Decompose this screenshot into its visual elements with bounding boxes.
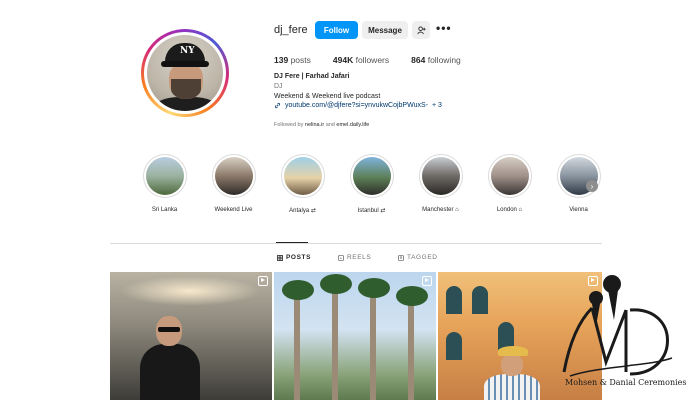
highlight-ring (418, 154, 463, 198)
highlight-cover (490, 157, 529, 195)
followed-by-prefix: Followed by (274, 122, 304, 128)
bio-link[interactable]: youtube.com/@djfere?si=ynvukwCojbPWuxS- … (274, 102, 442, 109)
highlight-label: Sri Lanka (151, 207, 178, 213)
bio-link-more[interactable]: + 3 (432, 102, 442, 109)
highlight-label: London ⌂ (496, 207, 523, 213)
tab-reels-label: REELS (347, 254, 372, 261)
follow-button[interactable]: Follow (315, 21, 358, 39)
profile-avatar[interactable]: NY (141, 29, 229, 117)
profile-stats: 139 posts 494K followers 864 following (274, 55, 461, 65)
palm-trunk (332, 282, 338, 400)
highlight-label: Manchester ⌂ (422, 207, 459, 213)
post-thumbnail[interactable] (274, 272, 436, 400)
highlight-cover (145, 157, 184, 195)
following-stat[interactable]: 864 following (411, 55, 461, 65)
bio-link-text[interactable]: youtube.com/@djfere?si=ynvukwCojbPWuxS- (285, 102, 428, 109)
post-thumbnail[interactable] (110, 272, 272, 400)
highlight-label: Vienna (569, 207, 588, 213)
followed-by[interactable]: Followed by nelina.ir and emel.daily.lif… (274, 122, 369, 128)
posts-stat[interactable]: 139 posts (274, 55, 311, 65)
highlight-ring (280, 154, 325, 198)
highlight-cover (283, 157, 322, 195)
tab-tagged-label: TAGGED (407, 254, 438, 261)
followers-stat[interactable]: 494K followers (333, 55, 389, 65)
avatar-cap-brim (161, 61, 209, 67)
highlight-cover (352, 157, 391, 195)
highlight-label: Weekend Live (214, 207, 253, 213)
tab-tagged[interactable]: TAGGED (398, 254, 438, 261)
tab-posts-label: POSTS (286, 254, 312, 261)
highlight-cover (421, 157, 460, 195)
add-user-icon (416, 25, 426, 34)
highlight-ring (349, 154, 394, 198)
palm-leaves (282, 280, 314, 300)
tabs-divider (110, 243, 602, 244)
link-icon (274, 102, 281, 109)
highlight-manchester[interactable]: Manchester ⌂ (406, 154, 475, 214)
followed-by-user[interactable]: nelina.ir (305, 122, 324, 128)
highlight-sri-lanka[interactable]: Sri Lanka (130, 154, 199, 214)
highlight-label: Istanbul ⇄ (357, 208, 386, 214)
highlight-london[interactable]: London ⌂ (475, 154, 544, 214)
followed-by-user[interactable]: emel.daily.life (336, 122, 369, 128)
grid-icon (277, 254, 283, 261)
add-user-button[interactable] (412, 21, 430, 39)
building-arch (446, 286, 462, 314)
bio-name: DJ Fere | Farhad Jafari (274, 73, 350, 80)
highlight-istanbul[interactable]: Istanbul ⇄ (337, 154, 406, 214)
highlight-vienna[interactable]: Vienna (544, 154, 613, 214)
building-arch (472, 286, 488, 314)
highlight-ring (211, 154, 256, 198)
palm-trunk (294, 290, 300, 400)
highlights-next-button[interactable]: › (586, 180, 598, 192)
profile-username: dj_fere (274, 24, 308, 36)
reel-icon (258, 276, 268, 286)
highlight-label: Antalya ⇄ (289, 208, 316, 214)
more-options-icon[interactable]: ••• (436, 21, 452, 35)
highlight-weekend-live[interactable]: Weekend Live (199, 154, 268, 214)
palm-trunk (370, 288, 376, 400)
cap-logo: NY (180, 46, 195, 56)
bio-description: Weekend & Weekend live podcast (274, 93, 381, 100)
post-person-face (501, 354, 523, 376)
message-button[interactable]: Message (362, 21, 408, 39)
tagged-icon (398, 254, 404, 261)
palm-leaves (396, 286, 428, 306)
palm-leaves (358, 278, 390, 298)
post-person-hat (498, 346, 528, 356)
highlight-ring (487, 154, 532, 198)
watermark-text: Mohsen & Danial Ceremonies (565, 378, 687, 387)
highlight-antalya[interactable]: Antalya ⇄ (268, 154, 337, 214)
tab-posts[interactable]: POSTS (277, 254, 311, 261)
bio-category: DJ (274, 83, 283, 90)
post-person (140, 316, 200, 400)
avatar-beard (171, 79, 201, 99)
tab-reels[interactable]: REELS (338, 254, 371, 261)
chevron-right-icon: › (590, 181, 594, 191)
post-light-decor (120, 276, 260, 306)
reels-icon (338, 254, 344, 261)
avatar-shirt (153, 97, 219, 111)
story-highlights: Sri Lanka Weekend Live Antalya ⇄ Istanbu… (130, 154, 613, 214)
reel-icon (422, 276, 432, 286)
avatar-inner: NY (144, 32, 226, 114)
building-arch (446, 332, 462, 360)
post-person-shirt (484, 374, 540, 400)
highlight-cover (214, 157, 253, 195)
followed-by-and: and (325, 122, 335, 128)
active-tab-indicator (276, 242, 308, 243)
palm-leaves (320, 274, 352, 294)
avatar-photo: NY (147, 35, 223, 111)
palm-trunk (408, 296, 414, 400)
highlight-ring (142, 154, 187, 198)
